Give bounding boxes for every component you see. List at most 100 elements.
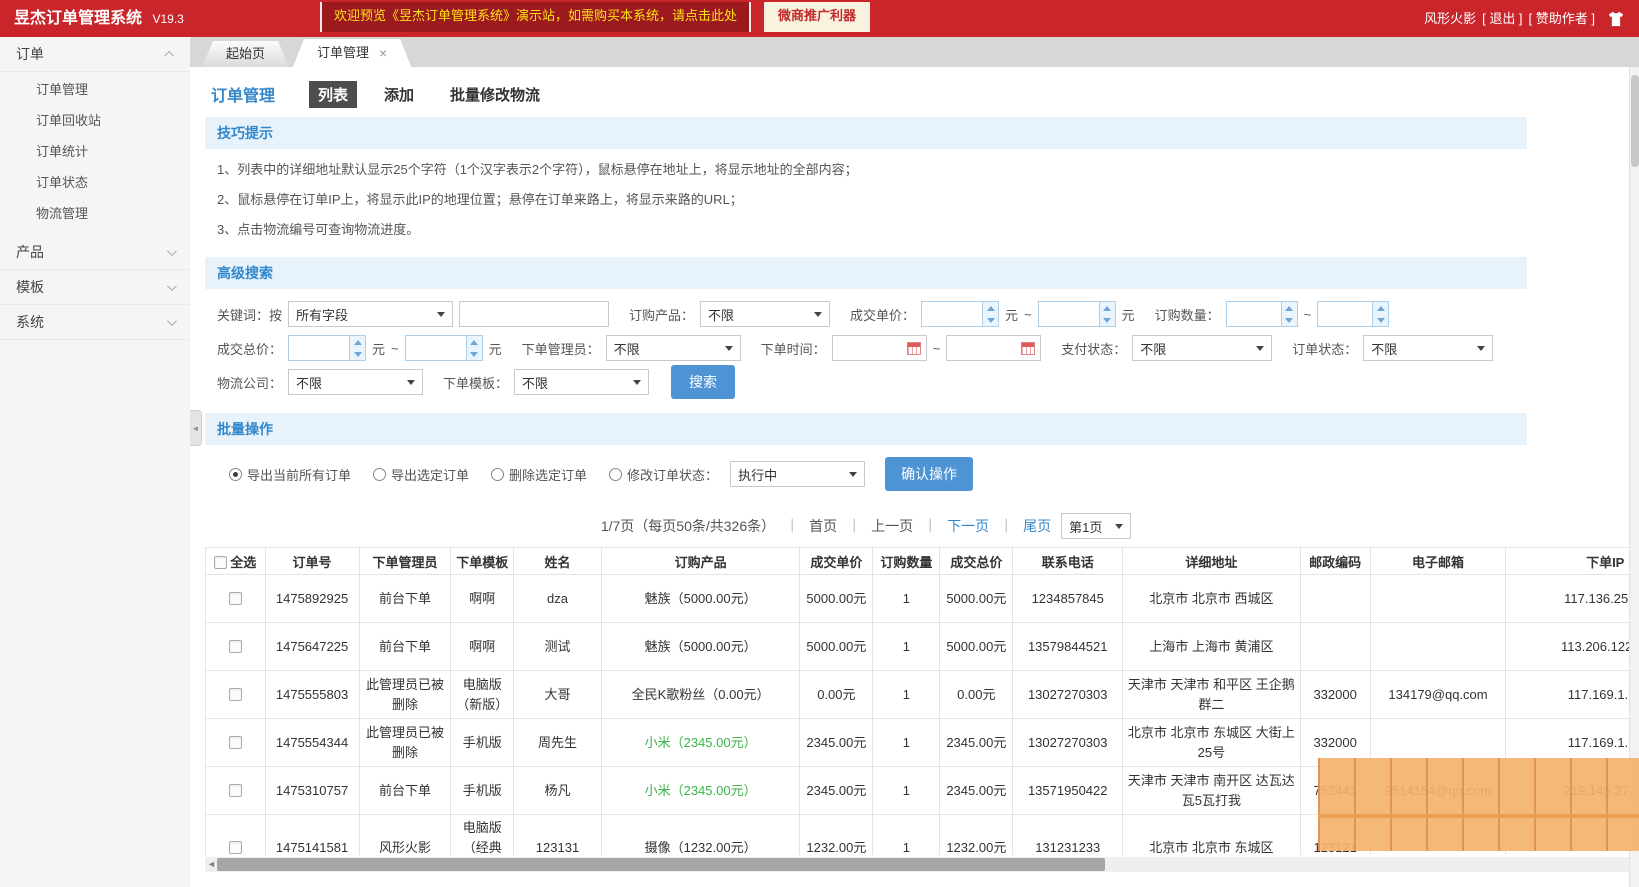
total-price-min-input[interactable] bbox=[288, 335, 366, 361]
cell-unit-price: 5000.00元 bbox=[800, 575, 873, 623]
sidebar-item-order-recycle[interactable]: 订单回收站 bbox=[0, 105, 190, 136]
spinner-arrows[interactable] bbox=[1281, 302, 1297, 326]
sponsor-link[interactable]: [ 赞助作者 ] bbox=[1529, 0, 1595, 37]
sidebar-item-order-management[interactable]: 订单管理 bbox=[0, 74, 190, 105]
admin-select[interactable]: 不限 bbox=[606, 335, 741, 361]
select-value: 不限 bbox=[1371, 339, 1397, 358]
pay-status-select[interactable]: 不限 bbox=[1132, 335, 1272, 361]
spinner-arrows[interactable] bbox=[982, 302, 998, 326]
radio-export-selected[interactable]: 导出选定订单 bbox=[373, 465, 469, 484]
tab-label: 订单管理 bbox=[317, 39, 369, 67]
qty-max-input[interactable] bbox=[1317, 301, 1389, 327]
sidebar-section-products[interactable]: 产品 bbox=[0, 235, 190, 270]
total-price-max-input[interactable] bbox=[405, 335, 483, 361]
sidebar-item-logistics-management[interactable]: 物流管理 bbox=[0, 198, 190, 229]
scroll-left-arrow-icon[interactable]: ◄ bbox=[207, 858, 216, 871]
order-status-select[interactable]: 不限 bbox=[1363, 335, 1493, 361]
close-icon[interactable]: × bbox=[379, 46, 387, 60]
table-row: 1475555803 此管理员已被删除 电脑版（新版） 大哥 全民K歌粉丝（0.… bbox=[206, 671, 1639, 719]
horizontal-scrollbar-thumb[interactable] bbox=[217, 858, 1105, 871]
radio-export-all[interactable]: 导出当前所有订单 bbox=[229, 465, 351, 484]
select-all-checkbox[interactable] bbox=[214, 556, 227, 569]
sidebar-section-system[interactable]: 系统 bbox=[0, 305, 190, 340]
chevron-down-icon bbox=[849, 472, 857, 477]
cell-email: 134179@qq.com bbox=[1370, 671, 1506, 719]
cell-ip: 113.206.122.11 bbox=[1506, 623, 1639, 671]
cell-name: dza bbox=[514, 575, 602, 623]
subtab-list[interactable]: 列表 bbox=[309, 81, 357, 108]
spinner-arrows[interactable] bbox=[349, 336, 365, 360]
sidebar-collapse-handle[interactable]: ◄ bbox=[190, 410, 202, 446]
cell-qty: 1 bbox=[873, 767, 940, 815]
sidebar-section-templates[interactable]: 模板 bbox=[0, 270, 190, 305]
product-select[interactable]: 不限 bbox=[700, 301, 830, 327]
row-checkbox[interactable] bbox=[229, 736, 242, 749]
col-unit-price: 成交单价 bbox=[800, 548, 873, 575]
cell-qty: 1 bbox=[873, 719, 940, 767]
promo-link[interactable]: 微商推广利器 bbox=[764, 2, 870, 32]
next-page-link[interactable]: 下一页 bbox=[947, 516, 989, 536]
sidebar-item-order-status[interactable]: 订单状态 bbox=[0, 167, 190, 198]
tab-start-page[interactable]: 起始页 bbox=[202, 41, 289, 67]
first-page-link[interactable]: 首页 bbox=[809, 516, 837, 536]
subtab-batch-logistics[interactable]: 批量修改物流 bbox=[441, 81, 549, 108]
tilde: ~ bbox=[391, 341, 399, 356]
radio-modify-status[interactable]: 修改订单状态： bbox=[609, 465, 718, 484]
cell-zip bbox=[1300, 575, 1370, 623]
row-checkbox[interactable] bbox=[229, 784, 242, 797]
sidebar-item-order-stats[interactable]: 订单统计 bbox=[0, 136, 190, 167]
horizontal-scrollbar[interactable]: ◄ bbox=[205, 857, 1639, 872]
tshirt-icon[interactable] bbox=[1607, 10, 1625, 28]
row-checkbox[interactable] bbox=[229, 640, 242, 653]
radio-icon bbox=[229, 468, 242, 481]
welcome-notice-link[interactable]: 欢迎预览《昱杰订单管理系统》演示站，如需购买本系统，请点击此处 bbox=[320, 2, 751, 32]
cell-order-no: 1475554344 bbox=[265, 719, 359, 767]
subtab-add[interactable]: 添加 bbox=[375, 81, 423, 108]
spinner-arrows[interactable] bbox=[1372, 302, 1388, 326]
cell-phone: 13571950422 bbox=[1013, 767, 1123, 815]
qty-min-input[interactable] bbox=[1226, 301, 1298, 327]
last-page-link[interactable]: 尾页 bbox=[1023, 516, 1051, 536]
logout-link[interactable]: [ 退出 ] bbox=[1482, 0, 1522, 37]
time-to-input[interactable] bbox=[946, 335, 1041, 361]
spinner-arrows[interactable] bbox=[1099, 302, 1115, 326]
app-brand: 昱杰订单管理系统 V19.3 bbox=[14, 0, 184, 38]
cell-name: 123131 bbox=[514, 815, 602, 856]
logistics-select[interactable]: 不限 bbox=[288, 369, 423, 395]
chevron-down-icon bbox=[633, 380, 641, 385]
batch-status-select[interactable]: 执行中 bbox=[730, 461, 865, 487]
row-checkbox[interactable] bbox=[229, 592, 242, 605]
sidebar-section-orders[interactable]: 订单 bbox=[0, 37, 190, 72]
spinner-arrows[interactable] bbox=[466, 336, 482, 360]
tab-order-management[interactable]: 订单管理 × bbox=[293, 39, 411, 67]
row-checkbox[interactable] bbox=[229, 841, 242, 854]
table-row: 1475647225 前台下单 啊啊 测试 魅族（5000.00元） 5000.… bbox=[206, 623, 1639, 671]
keyword-input[interactable] bbox=[459, 301, 609, 327]
row-checkbox[interactable] bbox=[229, 688, 242, 701]
page-select[interactable]: 第1页 bbox=[1061, 513, 1131, 539]
confirm-button[interactable]: 确认操作 bbox=[885, 457, 973, 491]
qty-label: 订购数量： bbox=[1155, 305, 1220, 324]
cell-qty: 1 bbox=[873, 671, 940, 719]
search-panel: 高级搜索 关键词：按 所有字段 订购产品： 不限 成交单价： 元 ~ 元 bbox=[205, 257, 1527, 409]
cell-product: 魅族（5000.00元） bbox=[601, 575, 799, 623]
tip-line-1: 1、列表中的详细地址默认显示25个字符（1个汉字表示2个字符），鼠标悬停在地址上… bbox=[217, 155, 1527, 185]
vertical-scrollbar-thumb[interactable] bbox=[1631, 75, 1639, 167]
search-title: 高级搜索 bbox=[205, 257, 1527, 289]
radio-icon bbox=[373, 468, 386, 481]
col-address: 详细地址 bbox=[1123, 548, 1301, 575]
radio-delete-selected[interactable]: 删除选定订单 bbox=[491, 465, 587, 484]
yuan-label: 元 bbox=[1005, 305, 1018, 324]
cell-admin: 风形火影 bbox=[359, 815, 451, 856]
cell-total: 1232.00元 bbox=[940, 815, 1013, 856]
calendar-icon bbox=[1021, 342, 1035, 355]
keyword-field-select[interactable]: 所有字段 bbox=[288, 301, 453, 327]
sidebar-section-label: 模板 bbox=[16, 270, 44, 305]
tilde: ~ bbox=[1024, 307, 1032, 322]
unit-price-min-input[interactable] bbox=[921, 301, 999, 327]
unit-price-max-input[interactable] bbox=[1038, 301, 1116, 327]
prev-page-link[interactable]: 上一页 bbox=[871, 516, 913, 536]
time-from-input[interactable] bbox=[832, 335, 927, 361]
template-select[interactable]: 不限 bbox=[514, 369, 649, 395]
search-button[interactable]: 搜索 bbox=[671, 365, 735, 399]
